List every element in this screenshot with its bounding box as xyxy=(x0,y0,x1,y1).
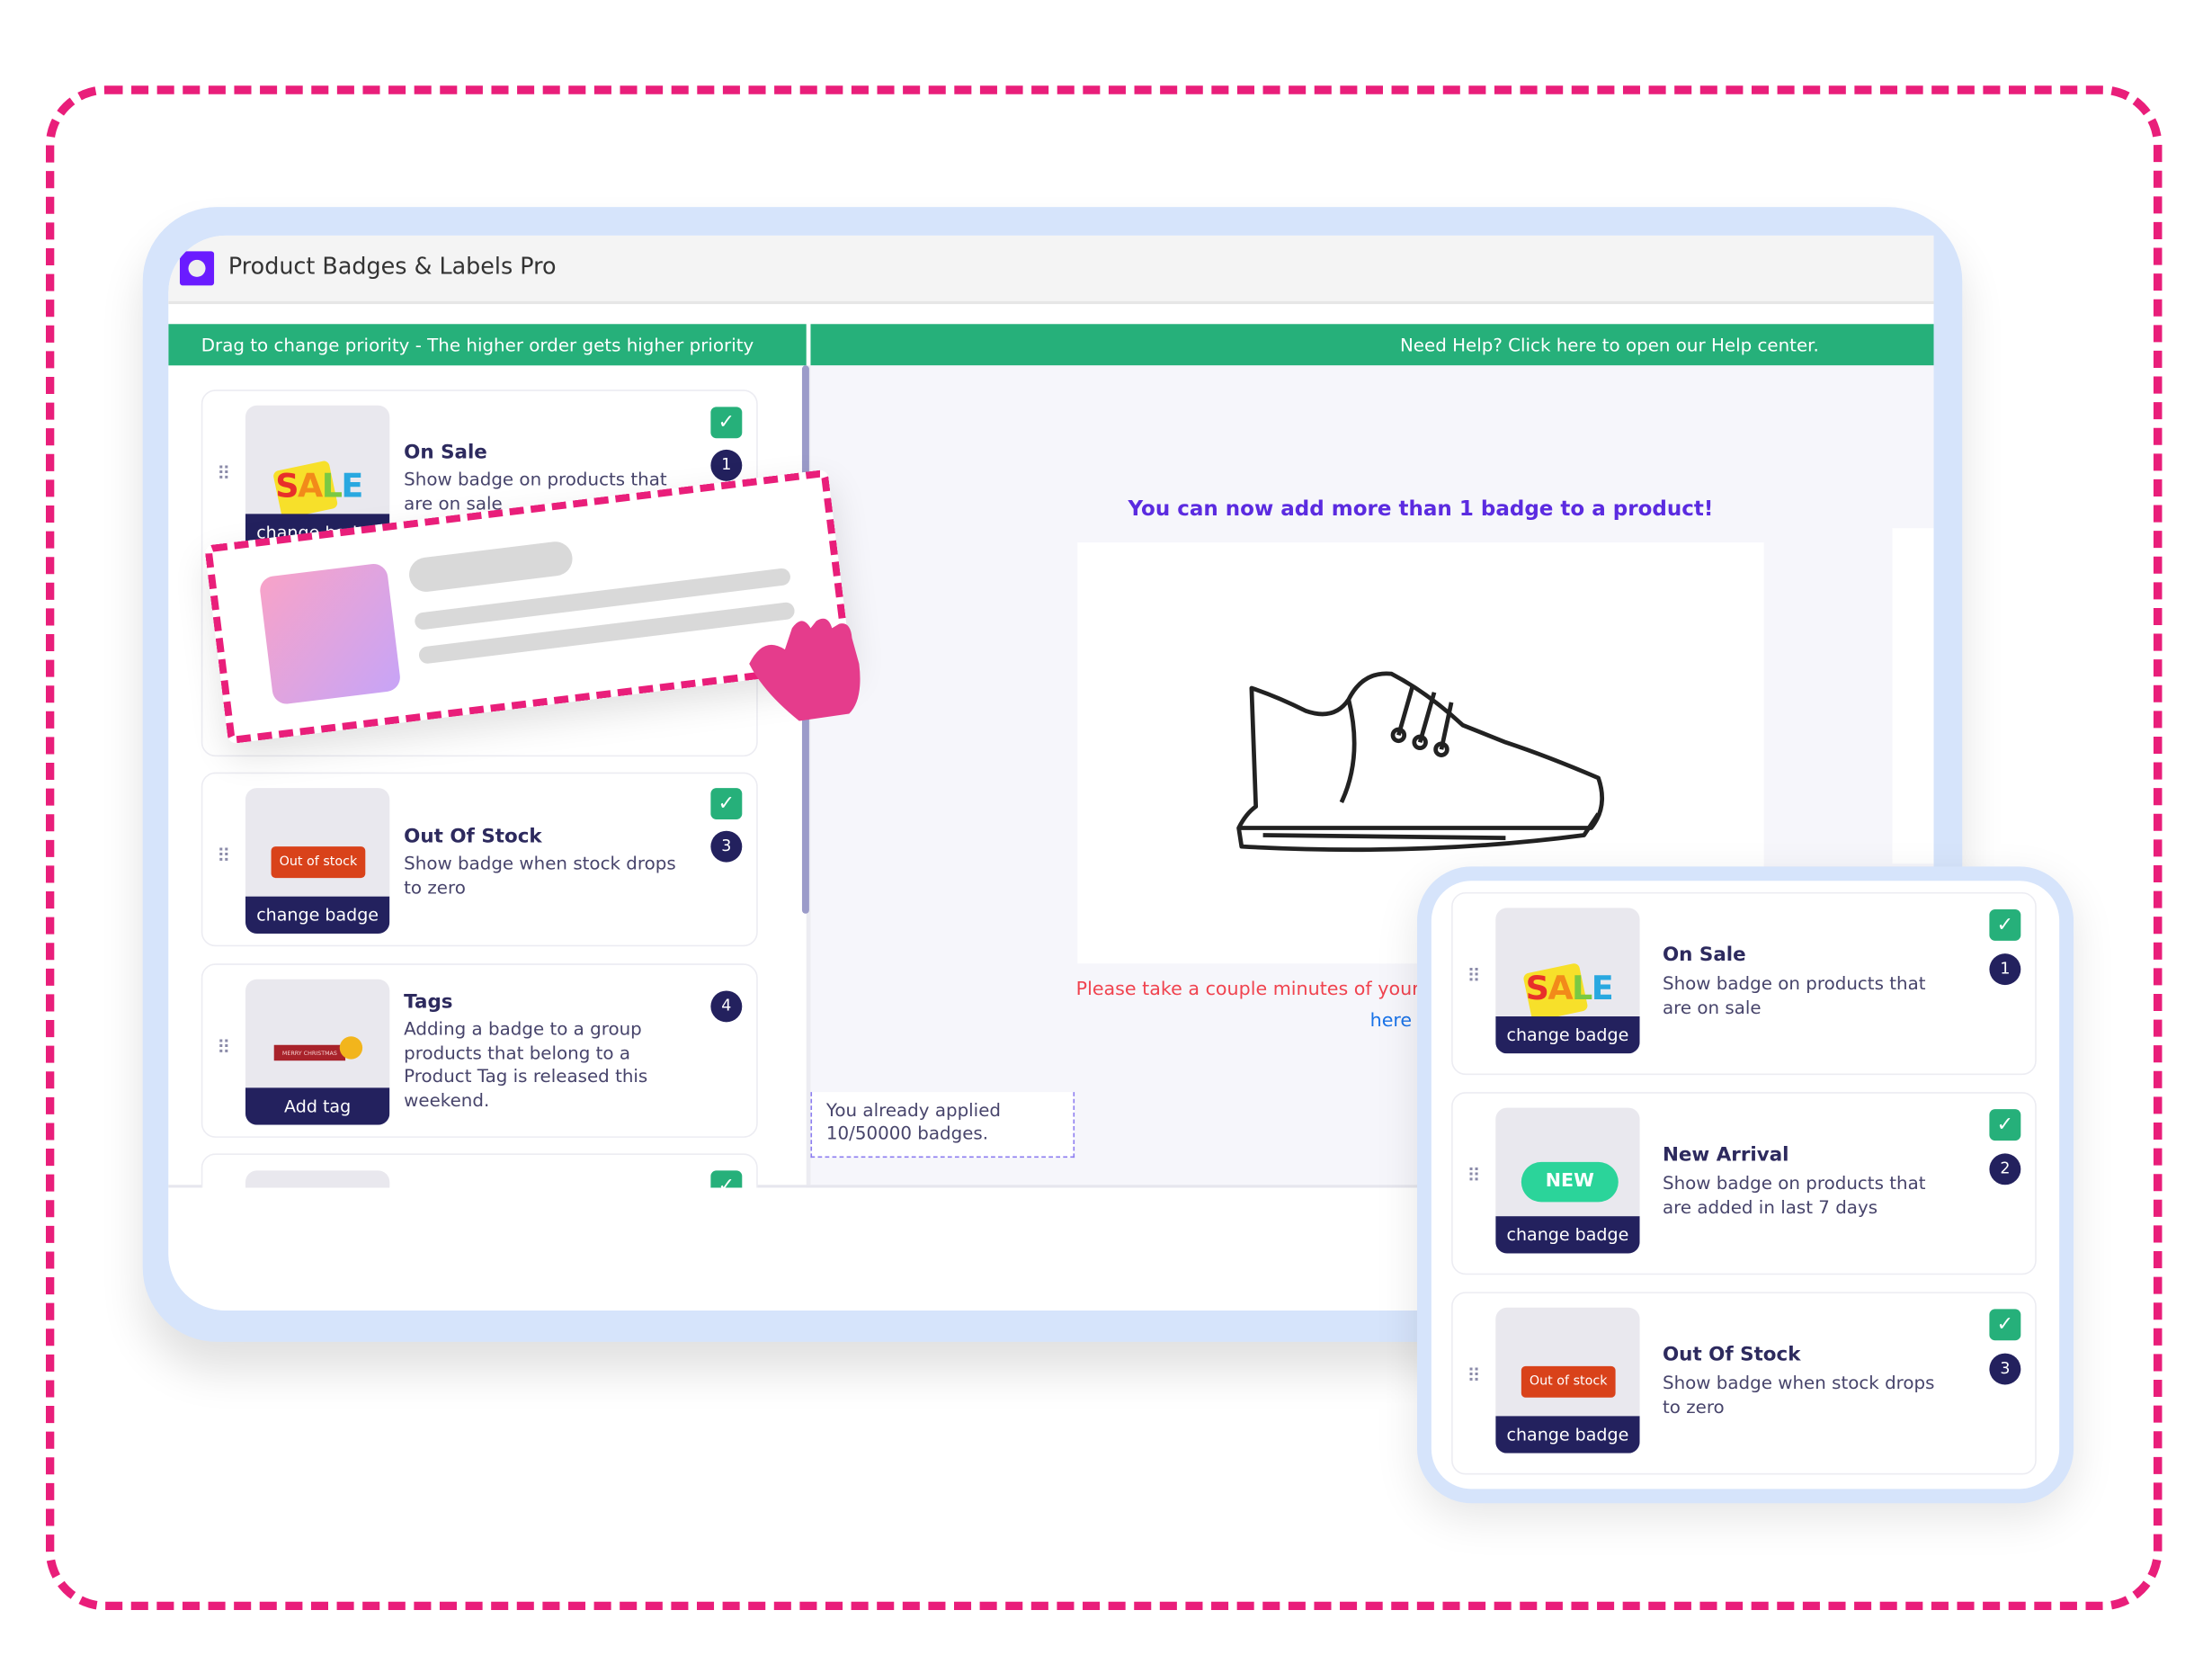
drag-handle-icon[interactable]: ⠿ xyxy=(217,848,231,867)
badge-description: Adding a badge to a group products that … xyxy=(404,1017,648,1110)
review-link[interactable]: here xyxy=(1370,1011,1412,1033)
badge-title: On Sale xyxy=(404,441,487,464)
badge-card-on-sale[interactable]: ⠿ SALE change badge On Sale Show badge o… xyxy=(1451,891,2037,1076)
sale-badge-image: SALE xyxy=(1521,951,1621,1023)
preview-side-strip xyxy=(1892,528,1934,864)
drag-handle-icon[interactable]: ⠿ xyxy=(1467,1167,1482,1186)
badge-title: Tags xyxy=(404,990,453,1014)
change-badge-button[interactable]: change badge xyxy=(1495,1216,1640,1254)
badge-card-new-arrival[interactable]: ⠿ NEW change badge New Arrival Show badg… xyxy=(1451,1092,2037,1275)
badge-title: Out Of Stock xyxy=(404,825,542,848)
badge-description: Show badge on products that are added in… xyxy=(1662,1172,1926,1218)
badge-thumbnail: NEW change badge xyxy=(1495,1107,1640,1254)
badge-thumbnail: SALE change badge xyxy=(1495,908,1640,1054)
footer-area xyxy=(168,1187,807,1311)
placeholder-line xyxy=(406,540,575,595)
badge-description: Show badge on products that are on sale xyxy=(1662,971,1926,1017)
change-badge-button[interactable]: change badge xyxy=(245,896,390,934)
sale-badge-image: SALE xyxy=(272,448,371,520)
badge-title: New Arrival xyxy=(1662,1143,1789,1167)
badge-title: Out Of Stock xyxy=(1662,1343,1801,1366)
priority-number: 3 xyxy=(1989,1353,2021,1385)
app-title: Product Badges & Labels Pro xyxy=(227,252,557,281)
badge-description: Show badge when stock drops to zero xyxy=(404,852,676,898)
badge-thumbnail: Out of stock change badge xyxy=(245,788,390,934)
priority-number: 1 xyxy=(1989,953,2021,986)
multi-badge-headline: You can now add more than 1 badge to a p… xyxy=(1128,497,1714,522)
badge-card-out-of-stock[interactable]: ⠿ Out of stock change badge Out Of Stock… xyxy=(1451,1292,2037,1475)
applied-count: You already applied 10/50000 badges. xyxy=(810,1092,1075,1158)
badge-title: On Sale xyxy=(1662,944,1746,967)
title-bar: Product Badges & Labels Pro xyxy=(168,235,1934,305)
review-request-text: Please take a couple minutes of your xyxy=(1075,979,1420,1001)
drag-handle-icon[interactable]: ⠿ xyxy=(1467,968,1482,987)
priority-hint-banner: Drag to change priority - The higher ord… xyxy=(168,324,807,366)
help-center-link[interactable]: Need Help? Click here to open our Help c… xyxy=(810,324,1934,366)
app-logo-icon xyxy=(179,251,215,286)
drag-handle-icon[interactable]: ⠿ xyxy=(217,1039,231,1058)
hand-pointer-icon xyxy=(749,618,861,721)
priority-list-popout: ⠿ SALE change badge On Sale Show badge o… xyxy=(1416,866,2074,1504)
enabled-check-icon[interactable]: ✓ xyxy=(1989,1109,2021,1141)
badge-thumbnail: MERRY CHRISTMAS Add tag xyxy=(245,979,390,1125)
change-badge-button[interactable]: change badge xyxy=(1495,1016,1640,1054)
priority-number: 2 xyxy=(1989,1153,2021,1185)
drag-handle-icon[interactable]: ⠿ xyxy=(217,465,231,484)
christmas-tag-image: MERRY CHRISTMAS xyxy=(273,1044,346,1061)
out-of-stock-badge-image: Out of stock xyxy=(1521,1365,1616,1398)
enabled-check-icon[interactable]: ✓ xyxy=(1989,908,2021,941)
drag-handle-icon[interactable]: ⠿ xyxy=(1467,1367,1482,1386)
priority-number: 1 xyxy=(710,449,743,481)
badge-description: Show badge when stock drops to zero xyxy=(1662,1372,1935,1418)
badge-card-tags[interactable]: ⠿ MERRY CHRISTMAS Add tag Tags Adding a … xyxy=(201,963,758,1138)
enabled-check-icon[interactable]: ✓ xyxy=(1989,1309,2021,1341)
new-badge-image: NEW xyxy=(1521,1161,1619,1203)
enabled-check-icon[interactable]: ✓ xyxy=(710,788,743,819)
badge-thumbnail: Out of stock change badge xyxy=(1495,1307,1640,1454)
bell-icon xyxy=(339,1036,363,1060)
priority-number: 3 xyxy=(710,830,743,863)
out-of-stock-badge-image: Out of stock xyxy=(271,846,366,879)
badge-card-out-of-stock[interactable]: ⠿ Out of stock change badge Out Of Stock… xyxy=(201,772,758,947)
placeholder-image xyxy=(258,562,402,706)
enabled-check-icon[interactable]: ✓ xyxy=(710,407,743,439)
change-badge-button[interactable]: change badge xyxy=(1495,1416,1640,1454)
add-tag-button[interactable]: Add tag xyxy=(245,1087,390,1125)
priority-number: 4 xyxy=(710,990,743,1023)
